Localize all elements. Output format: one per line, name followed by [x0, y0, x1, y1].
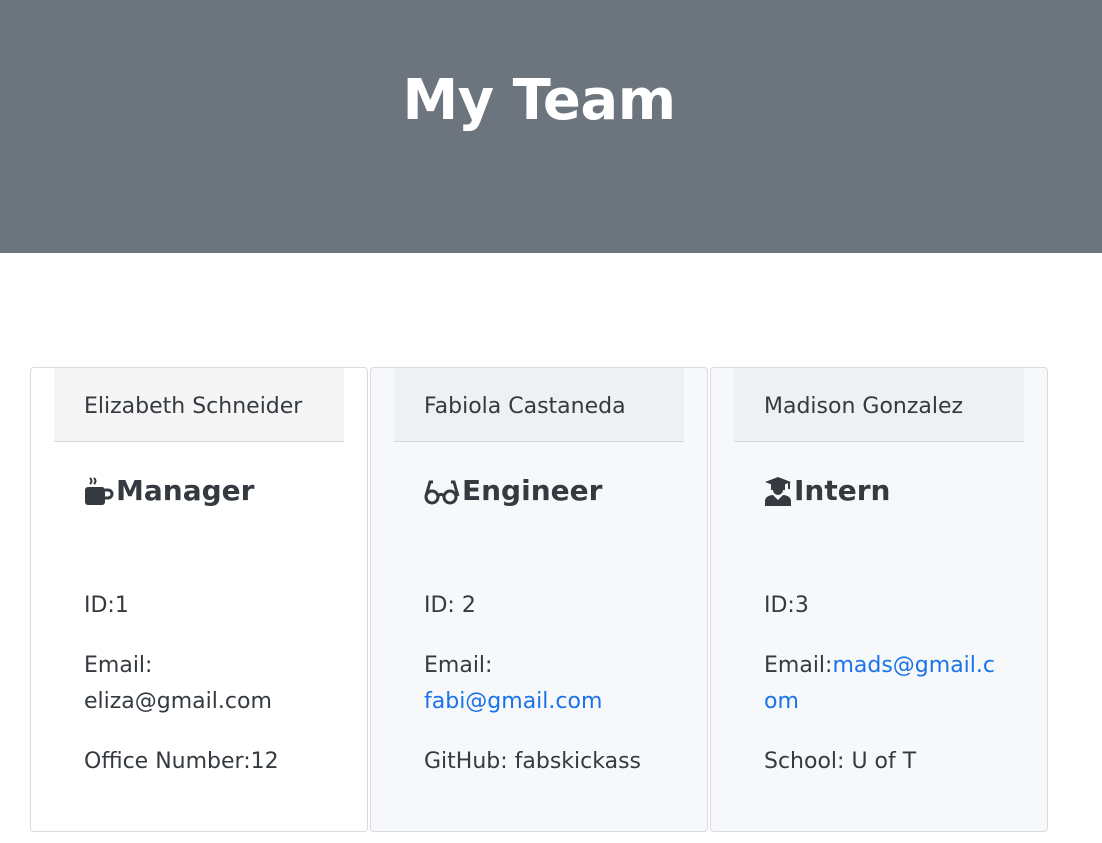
role-label: Manager [116, 474, 255, 507]
employee-id: ID:1 [84, 593, 129, 618]
email-link[interactable]: fabi@gmail.com [424, 689, 602, 714]
email-label: Email: [424, 653, 493, 678]
employee-role: Manager [84, 474, 254, 507]
employee-name: Fabiola Castaneda [424, 394, 626, 419]
employee-card-manager: Elizabeth Schneider Manager ID:1 Email: … [30, 367, 368, 832]
team-cards: Elizabeth Schneider Manager ID:1 Email: … [30, 367, 1048, 832]
card-header: Madison Gonzalez [734, 368, 1024, 442]
employee-card-engineer: Fabiola Castaneda Engineer ID: 2 Email: … [370, 367, 708, 832]
employee-email: Email:mads@gmail.com [764, 648, 1007, 720]
employee-email: Email: fabi@gmail.com [424, 648, 667, 720]
glasses-icon [424, 476, 460, 506]
email-label: Email: [84, 653, 153, 678]
page-header: My Team [0, 0, 1102, 253]
email-value: eliza@gmail.com [84, 689, 272, 714]
employee-name: Madison Gonzalez [764, 394, 964, 419]
graduate-icon [764, 476, 792, 506]
employee-id: ID: 2 [424, 593, 476, 618]
page-title: My Team [402, 68, 676, 133]
school-name: School: U of T [764, 749, 917, 774]
card-header: Fabiola Castaneda [394, 368, 684, 442]
employee-card-intern: Madison Gonzalez Intern ID:3 Email:mads@… [710, 367, 1048, 832]
employee-name: Elizabeth Schneider [84, 394, 303, 419]
card-header: Elizabeth Schneider [54, 368, 344, 442]
employee-role: Intern [764, 474, 890, 507]
email-label: Email: [764, 653, 833, 678]
office-number: Office Number:12 [84, 749, 279, 774]
github-username: GitHub: fabskickass [424, 749, 642, 774]
employee-id: ID:3 [764, 593, 809, 618]
role-label: Intern [794, 474, 891, 507]
coffee-mug-icon [84, 476, 114, 506]
role-label: Engineer [462, 474, 603, 507]
employee-role: Engineer [424, 474, 602, 507]
employee-email: Email: eliza@gmail.com [84, 648, 327, 720]
